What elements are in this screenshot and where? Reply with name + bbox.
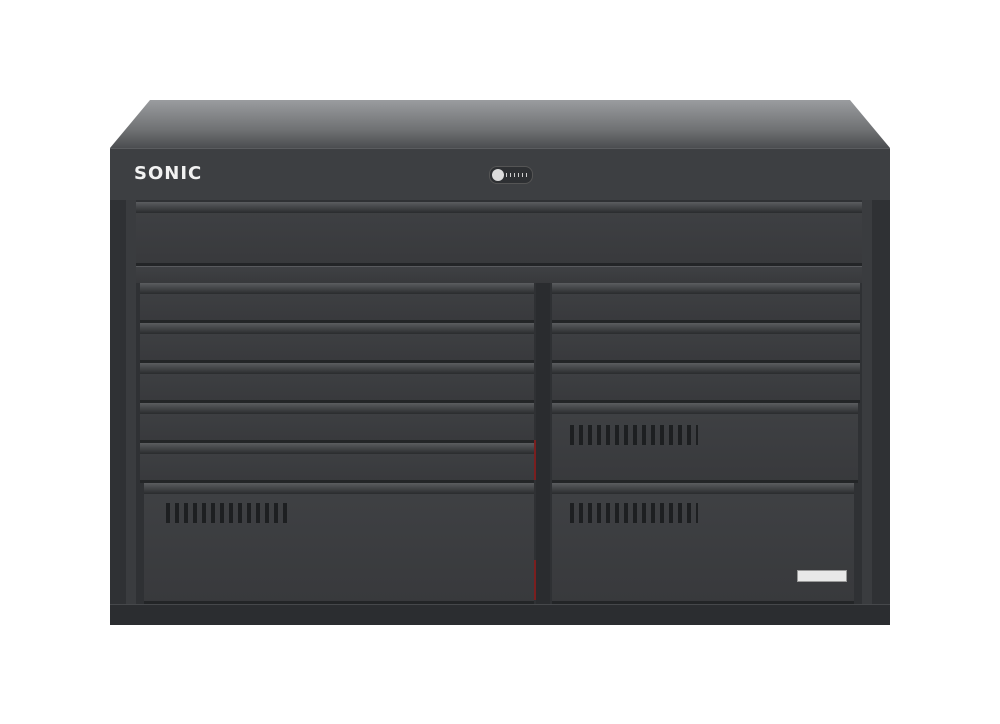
vent-slots-left bbox=[166, 503, 292, 523]
drawer-left-4[interactable] bbox=[140, 403, 534, 443]
drawer-handle[interactable] bbox=[140, 284, 534, 294]
drawer-right-1[interactable] bbox=[552, 283, 860, 323]
drawer-handle[interactable] bbox=[140, 404, 534, 414]
drawer-right-large[interactable] bbox=[552, 483, 854, 604]
drawer-left-1[interactable] bbox=[140, 283, 534, 323]
drawer-top-strip[interactable] bbox=[136, 266, 862, 283]
drawer-edge-accent bbox=[534, 560, 536, 600]
drawer-handle[interactable] bbox=[552, 364, 860, 374]
vent-slots-right-upper bbox=[570, 425, 698, 445]
drawer-handle[interactable] bbox=[552, 324, 860, 334]
drawer-handle[interactable] bbox=[140, 324, 534, 334]
model-label-plate bbox=[797, 570, 847, 582]
center-divider bbox=[536, 283, 550, 605]
drawer-left-large[interactable] bbox=[144, 483, 534, 604]
drawer-handle[interactable] bbox=[140, 444, 534, 454]
drawer-handle[interactable] bbox=[552, 484, 854, 494]
drawer-handle[interactable] bbox=[140, 364, 534, 374]
lock-icon[interactable] bbox=[489, 166, 533, 184]
drawer-handle[interactable] bbox=[144, 484, 534, 494]
drawer-top-wide[interactable] bbox=[136, 202, 862, 266]
drawer-left-3[interactable] bbox=[140, 363, 534, 403]
brand-logo: SONIC bbox=[134, 163, 203, 184]
drawer-handle[interactable] bbox=[136, 203, 862, 213]
drawer-right-2[interactable] bbox=[552, 323, 860, 363]
left-side-panel bbox=[126, 200, 136, 624]
lock-scale bbox=[506, 173, 528, 177]
right-side-panel bbox=[862, 200, 872, 624]
tool-cabinet: SONIC bbox=[0, 0, 1000, 724]
drawer-edge-accent bbox=[534, 440, 536, 480]
drawer-left-5[interactable] bbox=[140, 443, 534, 483]
drawer-handle[interactable] bbox=[552, 284, 860, 294]
drawer-right-3[interactable] bbox=[552, 363, 860, 403]
drawer-left-2[interactable] bbox=[140, 323, 534, 363]
cabinet-base bbox=[110, 604, 890, 625]
drawer-handle[interactable] bbox=[552, 404, 858, 414]
lock-knob bbox=[492, 169, 504, 181]
vent-slots-right-lower bbox=[570, 503, 698, 523]
